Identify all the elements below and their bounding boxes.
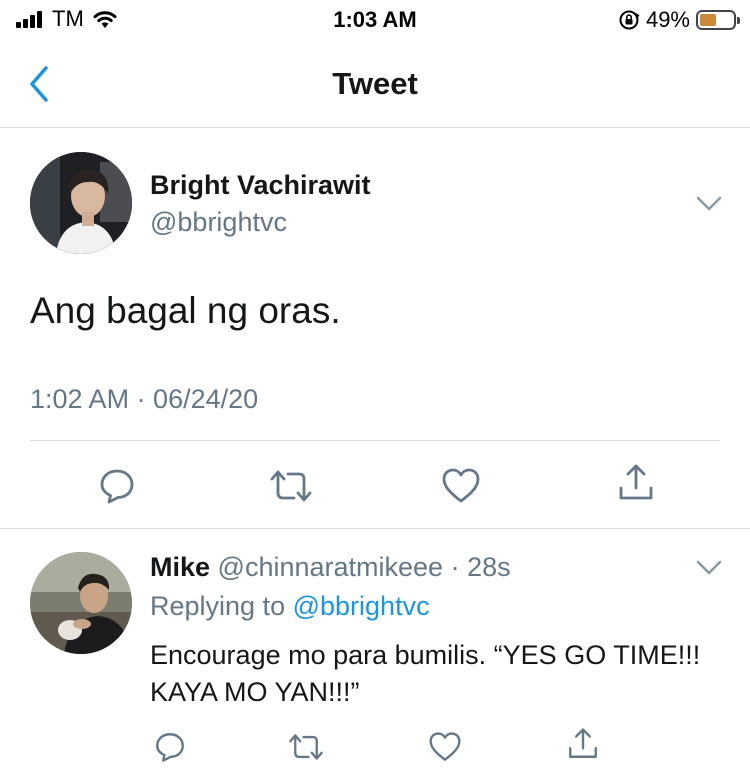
tweet-timestamp[interactable]: 1:02 AM · 06/24/20 [30,384,258,415]
status-right: 49% [618,7,740,33]
reply-time[interactable]: 28s [467,552,511,582]
tweet-detail-screen: TM 1:03 AM 49% Tweet Bright Vachirawit @… [0,0,750,772]
avatar[interactable] [30,552,132,654]
reply-icon[interactable] [153,730,187,764]
reply-icon[interactable] [97,466,137,506]
battery-fill [700,14,716,26]
mention-link[interactable]: @bbrightvc [293,591,430,621]
separator-dot: · [450,552,460,582]
chevron-down-icon[interactable] [696,196,722,212]
reply-author-handle[interactable]: @chinnaratmikeee [218,552,444,582]
replying-to: Replying to @bbrightvc [150,591,430,622]
divider [0,528,750,529]
like-icon[interactable] [428,731,462,763]
battery-percent: 49% [645,7,690,32]
share-icon[interactable] [566,726,600,762]
page-title: Tweet [332,66,418,101]
avatar[interactable] [30,152,132,254]
battery-icon [696,10,740,30]
reply-author-name[interactable]: Mike [150,552,210,582]
retweet-icon[interactable] [287,732,325,762]
nav-bar: Tweet [0,42,750,128]
status-bar: TM 1:03 AM 49% [0,0,750,42]
chevron-down-icon[interactable] [696,560,722,576]
author-handle[interactable]: @bbrightvc [150,207,287,238]
retweet-icon[interactable] [268,468,314,504]
divider [30,440,720,441]
author-name[interactable]: Bright Vachirawit [150,170,371,201]
reply-header: Mike @chinnaratmikeee · 28s [150,552,511,583]
reply-text: Encourage mo para bumilis. “YES GO TIME!… [150,640,701,707]
share-icon[interactable] [616,462,656,504]
like-icon[interactable] [441,467,481,505]
orientation-lock-icon [619,10,640,30]
tweet-text: Ang bagal ng oras. [30,290,341,331]
replying-prefix: Replying to [150,591,286,621]
